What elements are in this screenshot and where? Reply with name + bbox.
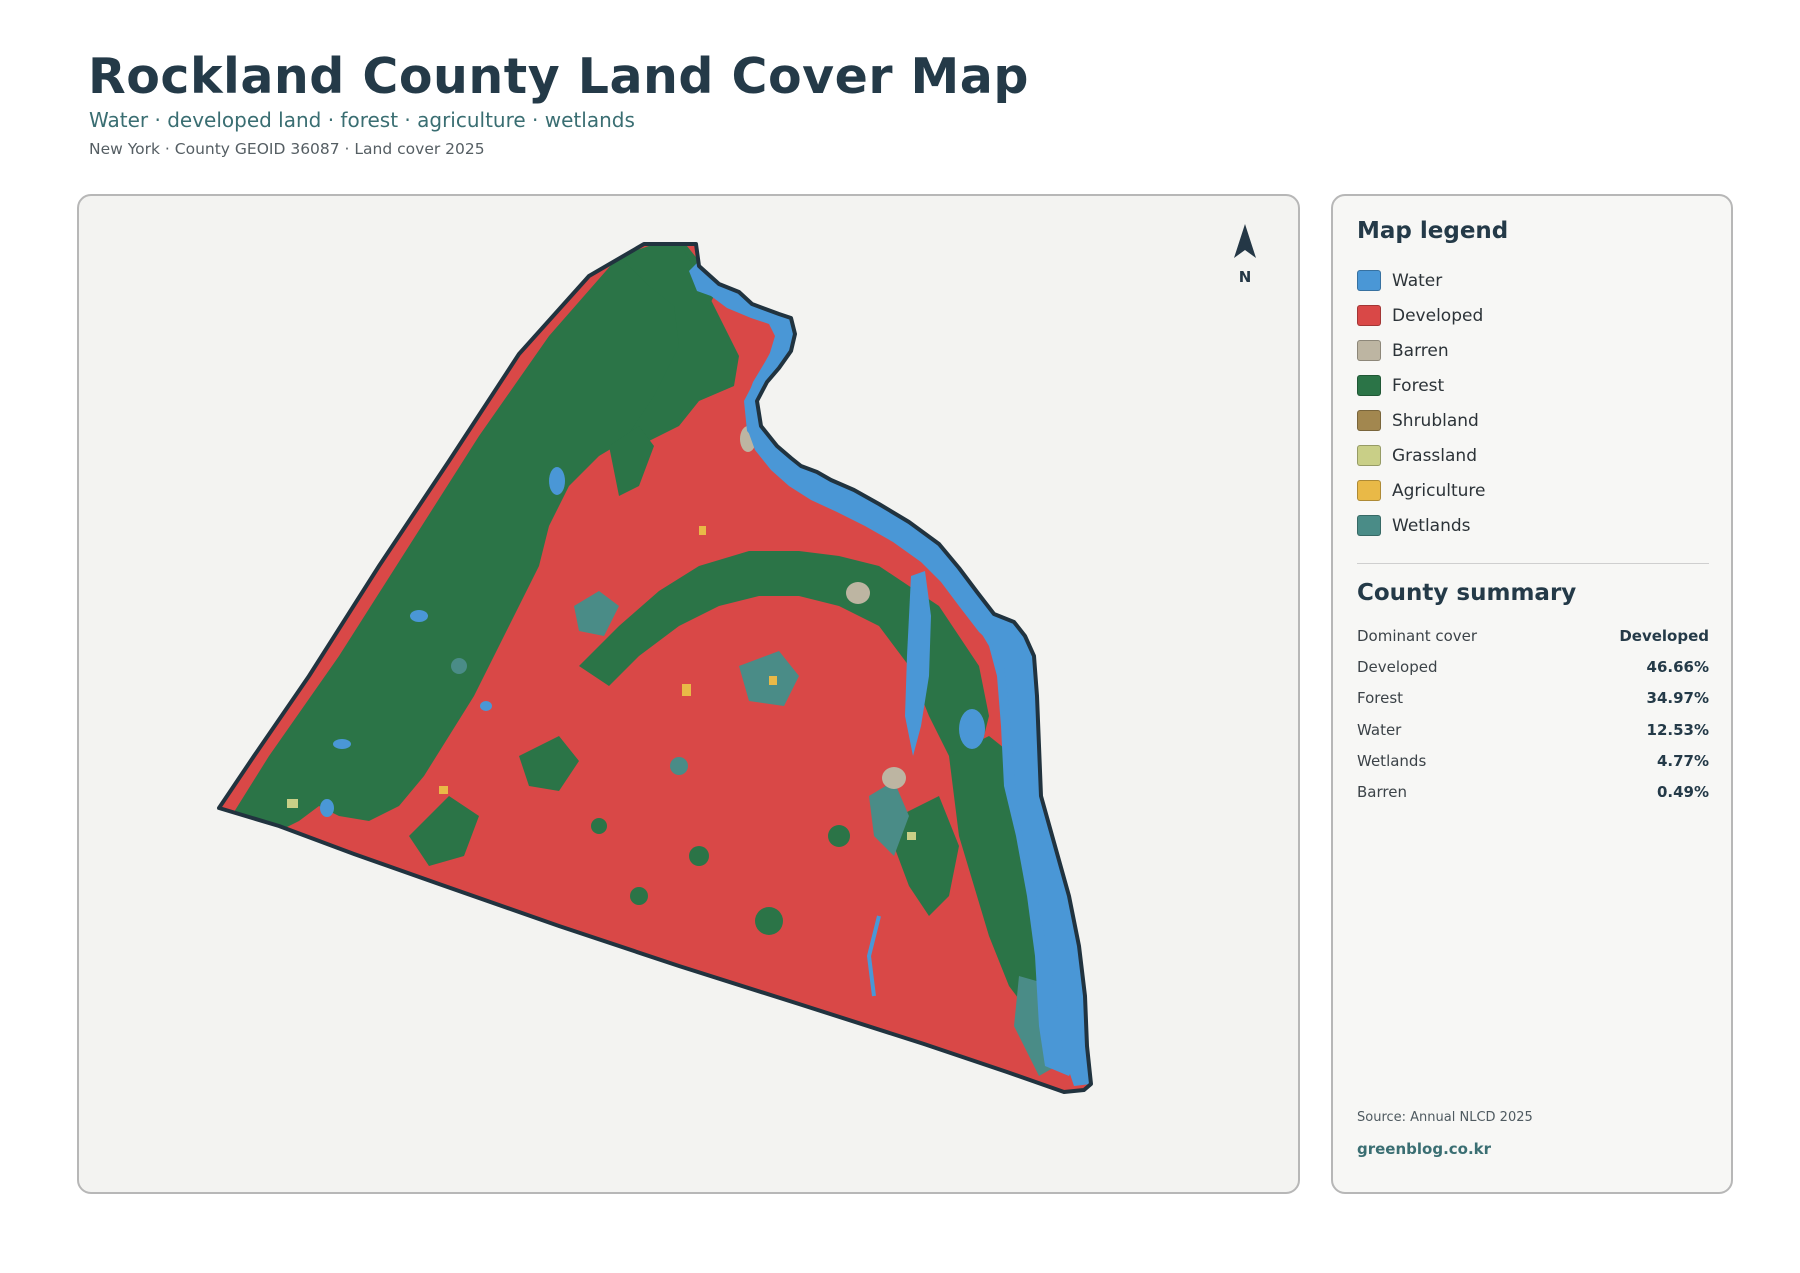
- wetlands-patch: [670, 757, 688, 775]
- lake: [410, 610, 428, 622]
- summary-row: Dominant cover Developed: [1357, 620, 1709, 651]
- summary-value: 12.53%: [1646, 720, 1709, 739]
- lake: [959, 709, 985, 749]
- wetlands-patch: [451, 658, 467, 674]
- summary-row: Barren 0.49%: [1357, 776, 1709, 807]
- lake: [333, 739, 351, 749]
- forest-patch: [755, 907, 783, 935]
- legend-label: Wetlands: [1392, 515, 1471, 536]
- forest-patch: [828, 825, 850, 847]
- summary-title: County summary: [1357, 580, 1577, 606]
- map-panel[interactable]: [77, 194, 1300, 1194]
- agriculture-field: [769, 676, 777, 685]
- summary-key: Wetlands: [1357, 751, 1427, 770]
- legend-item-wetlands: Wetlands: [1357, 508, 1486, 543]
- land-cover-map[interactable]: [79, 196, 1300, 1194]
- summary-value: 4.77%: [1656, 751, 1709, 770]
- legend-swatch: [1357, 480, 1381, 501]
- legend-swatch: [1357, 515, 1381, 536]
- legend-label: Agriculture: [1392, 480, 1486, 501]
- legend: Water Developed Barren Forest Shrubland …: [1357, 263, 1486, 543]
- grassland-patch: [907, 832, 916, 840]
- summary-key: Developed: [1357, 657, 1438, 676]
- north-arrow: N: [1218, 222, 1272, 286]
- legend-label: Developed: [1392, 305, 1484, 326]
- legend-swatch: [1357, 340, 1381, 361]
- forest-patch: [591, 818, 607, 834]
- summary-value: 34.97%: [1646, 689, 1709, 708]
- legend-swatch: [1357, 410, 1381, 431]
- legend-swatch: [1357, 445, 1381, 466]
- forest-patch: [689, 846, 709, 866]
- barren-quarry: [846, 582, 870, 604]
- north-label: N: [1238, 268, 1252, 286]
- summary-row: Wetlands 4.77%: [1357, 745, 1709, 776]
- summary-key: Barren: [1357, 783, 1407, 802]
- legend-title: Map legend: [1357, 218, 1509, 244]
- agriculture-field: [439, 786, 448, 794]
- legend-label: Water: [1392, 270, 1443, 291]
- legend-label: Shrubland: [1392, 410, 1479, 431]
- summary-key: Water: [1357, 720, 1402, 739]
- summary-value: Developed: [1619, 626, 1709, 645]
- legend-swatch: [1357, 375, 1381, 396]
- summary-row: Developed 46.66%: [1357, 651, 1709, 682]
- legend-item-forest: Forest: [1357, 368, 1486, 403]
- legend-label: Forest: [1392, 375, 1445, 396]
- legend-item-grassland: Grassland: [1357, 438, 1486, 473]
- summary-row: Forest 34.97%: [1357, 683, 1709, 714]
- data-source: Source: Annual NLCD 2025: [1357, 1110, 1533, 1125]
- legend-label: Barren: [1392, 340, 1449, 361]
- info-panel: Map legend Water Developed Barren Forest…: [1331, 194, 1733, 1194]
- summary-key: Forest: [1357, 689, 1404, 708]
- forest-patch: [630, 887, 648, 905]
- summary-value: 0.49%: [1656, 783, 1709, 802]
- summary-table: Dominant cover Developed Developed 46.66…: [1357, 620, 1709, 808]
- legend-item-shrubland: Shrubland: [1357, 403, 1486, 438]
- page-subtitle: Water · developed land · forest · agricu…: [89, 108, 635, 132]
- page-meta: New York · County GEOID 36087 · Land cov…: [89, 140, 485, 158]
- page-title: Rockland County Land Cover Map: [88, 48, 1029, 105]
- summary-value: 46.66%: [1646, 657, 1709, 676]
- legend-swatch: [1357, 270, 1381, 291]
- site-link[interactable]: greenblog.co.kr: [1357, 1140, 1491, 1158]
- summary-key: Dominant cover: [1357, 626, 1478, 645]
- agriculture-field: [682, 684, 691, 696]
- barren-quarry: [882, 767, 906, 789]
- land-cover-raster: [219, 244, 1091, 1092]
- grassland-patch: [287, 799, 298, 808]
- legend-item-agriculture: Agriculture: [1357, 473, 1486, 508]
- north-arrow-icon: [1234, 224, 1256, 258]
- lake: [320, 799, 334, 817]
- legend-item-barren: Barren: [1357, 333, 1486, 368]
- lake: [549, 467, 565, 495]
- legend-label: Grassland: [1392, 445, 1477, 466]
- summary-row: Water 12.53%: [1357, 714, 1709, 745]
- agriculture-field: [699, 526, 706, 535]
- legend-item-developed: Developed: [1357, 298, 1486, 333]
- legend-swatch: [1357, 305, 1381, 326]
- legend-item-water: Water: [1357, 263, 1486, 298]
- panel-divider: [1357, 563, 1709, 564]
- lake: [480, 701, 492, 711]
